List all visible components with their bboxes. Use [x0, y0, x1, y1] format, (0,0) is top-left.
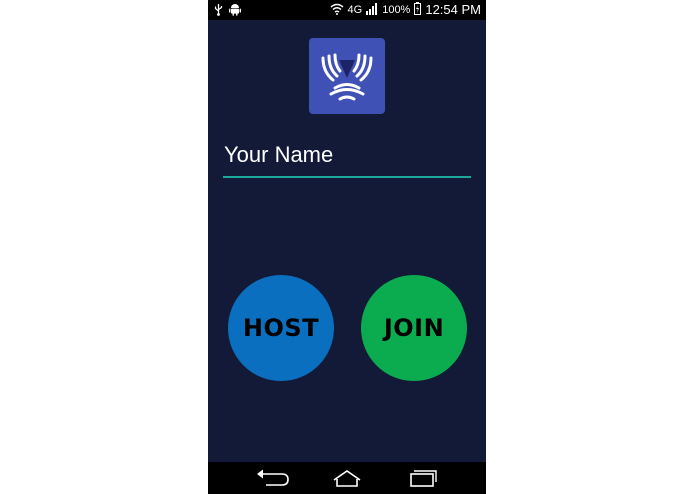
- recent-apps-icon[interactable]: [402, 466, 442, 490]
- app-logo-icon: [321, 53, 373, 101]
- clock: 12:54 PM: [425, 2, 481, 17]
- back-icon[interactable]: [252, 466, 292, 490]
- battery-percent: 100%: [382, 3, 411, 16]
- navigation-bar: [208, 462, 486, 494]
- app-logo: [309, 38, 385, 114]
- host-button-label: HOST: [242, 314, 320, 342]
- join-button-label: JOIN: [383, 314, 445, 342]
- app-screen: 4G 100% 12:54 PM Your Name HOST JOIN: [208, 0, 486, 494]
- name-input[interactable]: [223, 140, 471, 178]
- status-bar: 4G 100% 12:54 PM: [208, 0, 486, 20]
- wifi-icon: [330, 3, 344, 18]
- network-type: 4G: [347, 3, 363, 16]
- home-icon[interactable]: [327, 466, 367, 490]
- usb-icon: [214, 3, 223, 19]
- signal-icon: [366, 2, 378, 18]
- android-icon: [229, 3, 241, 19]
- battery-icon: [414, 2, 422, 18]
- host-button[interactable]: HOST: [228, 275, 334, 381]
- join-button[interactable]: JOIN: [361, 275, 467, 381]
